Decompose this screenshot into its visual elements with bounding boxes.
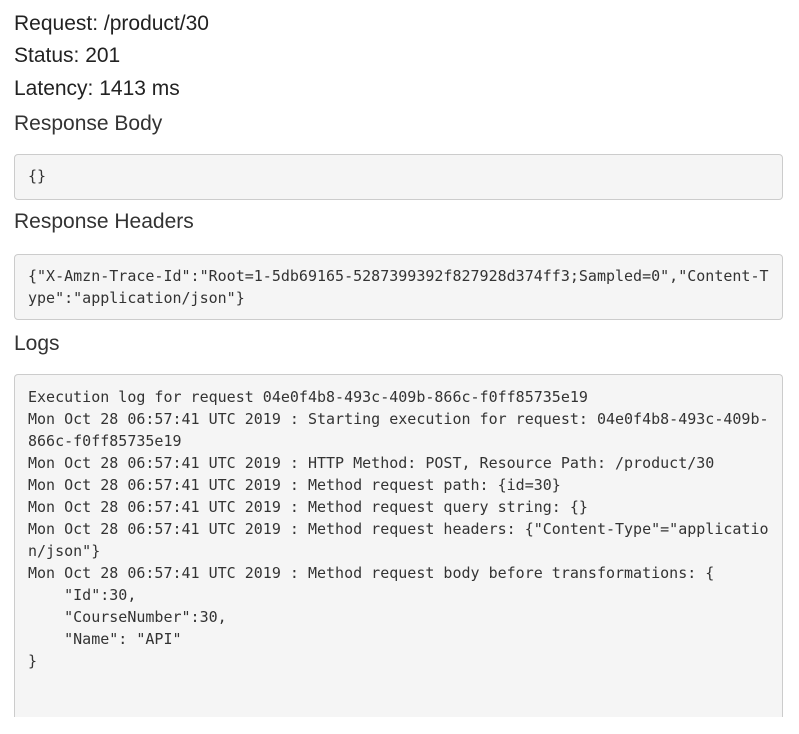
- response-body-code[interactable]: {}: [14, 154, 783, 200]
- logs-heading: Logs: [14, 332, 60, 355]
- latency-label: Latency: 1413 ms: [14, 77, 180, 100]
- response-headers-heading: Response Headers: [14, 210, 194, 233]
- response-headers-code[interactable]: {"X-Amzn-Trace-Id":"Root=1-5db69165-5287…: [14, 254, 783, 320]
- request-path-label: Request: /product/30: [14, 12, 209, 35]
- response-body-heading: Response Body: [14, 112, 163, 135]
- status-code-label: Status: 201: [14, 44, 121, 67]
- logs-code[interactable]: Execution log for request 04e0f4b8-493c-…: [14, 374, 783, 717]
